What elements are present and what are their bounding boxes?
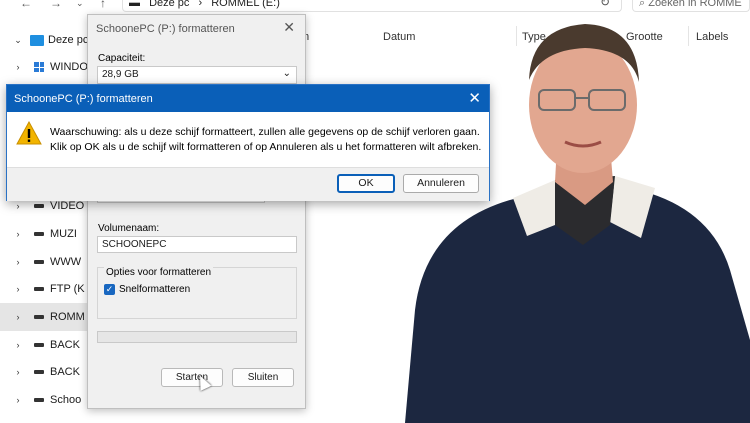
- nav-item-label: BACK: [50, 366, 80, 378]
- nav-item-music[interactable]: › MUZI: [0, 220, 92, 248]
- nav-item-backup-2[interactable]: › BACK: [0, 358, 92, 386]
- back-arrow-icon[interactable]: ←: [20, 0, 32, 10]
- nav-item-rommel[interactable]: › ROMM: [0, 303, 92, 331]
- chevron-right-icon[interactable]: ›: [0, 367, 22, 377]
- capacity-select[interactable]: 28,9 GB ⌄: [97, 66, 297, 84]
- chevron-right-icon[interactable]: ›: [0, 284, 22, 294]
- presenter-webcam-overlay: [405, 24, 750, 423]
- chevron-right-icon[interactable]: ›: [0, 62, 22, 72]
- forward-arrow-icon[interactable]: →: [50, 0, 62, 10]
- monitor-icon: [30, 34, 44, 46]
- ok-button[interactable]: OK: [337, 174, 395, 193]
- drive-icon: [34, 370, 44, 374]
- quick-format-label: Snelformatteren: [119, 284, 191, 295]
- format-options-group: Opties voor formatteren ✓ Snelformattere…: [97, 267, 297, 319]
- nav-item-label: BACK: [50, 339, 80, 351]
- warning-icon: [16, 121, 42, 145]
- chevron-right-icon[interactable]: ›: [0, 229, 22, 239]
- chevron-right-icon[interactable]: ›: [0, 395, 22, 405]
- quick-format-checkbox[interactable]: ✓: [104, 284, 115, 295]
- drive-icon: [34, 398, 44, 402]
- chevron-right-icon[interactable]: ›: [0, 257, 22, 267]
- drive-icon: [34, 260, 44, 264]
- options-label: Opties voor formatteren: [104, 267, 214, 278]
- capacity-value: 28,9 GB: [102, 69, 139, 80]
- nav-item-windows[interactable]: › WINDO: [0, 53, 92, 81]
- drive-icon: ▬: [129, 0, 140, 9]
- volume-name-value: SCHOONEPC: [102, 239, 167, 250]
- format-dialog: SchoonePC (P:) formatteren ✕ Capaciteit:…: [87, 14, 306, 409]
- nav-item-label: VIDEO: [50, 200, 85, 212]
- nav-item-this-pc[interactable]: ⌄ Deze pc: [0, 26, 92, 54]
- volume-label: Volumenaam:: [98, 223, 160, 234]
- chevron-right-icon[interactable]: ›: [0, 201, 22, 211]
- nav-item-label: Schoo: [50, 394, 82, 406]
- chevron-down-icon: ⌄: [282, 68, 291, 79]
- breadcrumb-item[interactable]: ROMMEL (E:): [211, 0, 280, 9]
- drive-icon: [34, 232, 44, 236]
- windows-drive-icon: [34, 62, 44, 72]
- start-button[interactable]: Starten: [161, 368, 223, 387]
- capacity-label: Capaciteit:: [98, 53, 146, 64]
- breadcrumb-separator: ›: [198, 0, 203, 9]
- dialog-title: SchoonePC (P:) formatteren: [14, 93, 153, 105]
- chevron-down-icon[interactable]: ⌄: [0, 35, 22, 46]
- breadcrumb-item[interactable]: Deze pc: [149, 0, 189, 9]
- close-button[interactable]: Sluiten: [232, 368, 294, 387]
- up-arrow-icon[interactable]: ↑: [100, 0, 106, 10]
- refresh-icon[interactable]: ↻: [600, 0, 610, 9]
- drive-icon: [34, 343, 44, 347]
- drive-icon: [34, 315, 44, 319]
- nav-item-label: ROMM: [50, 311, 85, 323]
- nav-item-label: WINDO: [50, 61, 88, 73]
- nav-item-label: WWW: [50, 256, 82, 268]
- nav-item-schoonepc[interactable]: › Schoo: [0, 386, 92, 414]
- close-icon[interactable]: ✕: [283, 19, 295, 36]
- progress-bar: [97, 331, 297, 343]
- chevron-right-icon[interactable]: ›: [0, 312, 22, 322]
- nav-item-ftp[interactable]: › FTP (K: [0, 275, 92, 303]
- nav-item-www[interactable]: › WWW: [0, 248, 92, 276]
- nav-item-backup-1[interactable]: › BACK: [0, 331, 92, 359]
- search-input[interactable]: Zoeken in ROMME: [648, 0, 742, 9]
- volume-name-input[interactable]: SCHOONEPC: [97, 236, 297, 253]
- drive-icon: [34, 287, 44, 291]
- nav-item-label: FTP (K: [50, 283, 85, 295]
- chevron-down-icon[interactable]: ⌄: [76, 0, 84, 9]
- nav-item-label: MUZI: [50, 228, 77, 240]
- drive-icon: [34, 204, 44, 208]
- chevron-right-icon[interactable]: ›: [0, 340, 22, 350]
- dialog-title: SchoonePC (P:) formatteren: [96, 23, 235, 35]
- search-icon: ⌕: [639, 0, 649, 9]
- nav-item-label: Deze pc: [48, 34, 89, 46]
